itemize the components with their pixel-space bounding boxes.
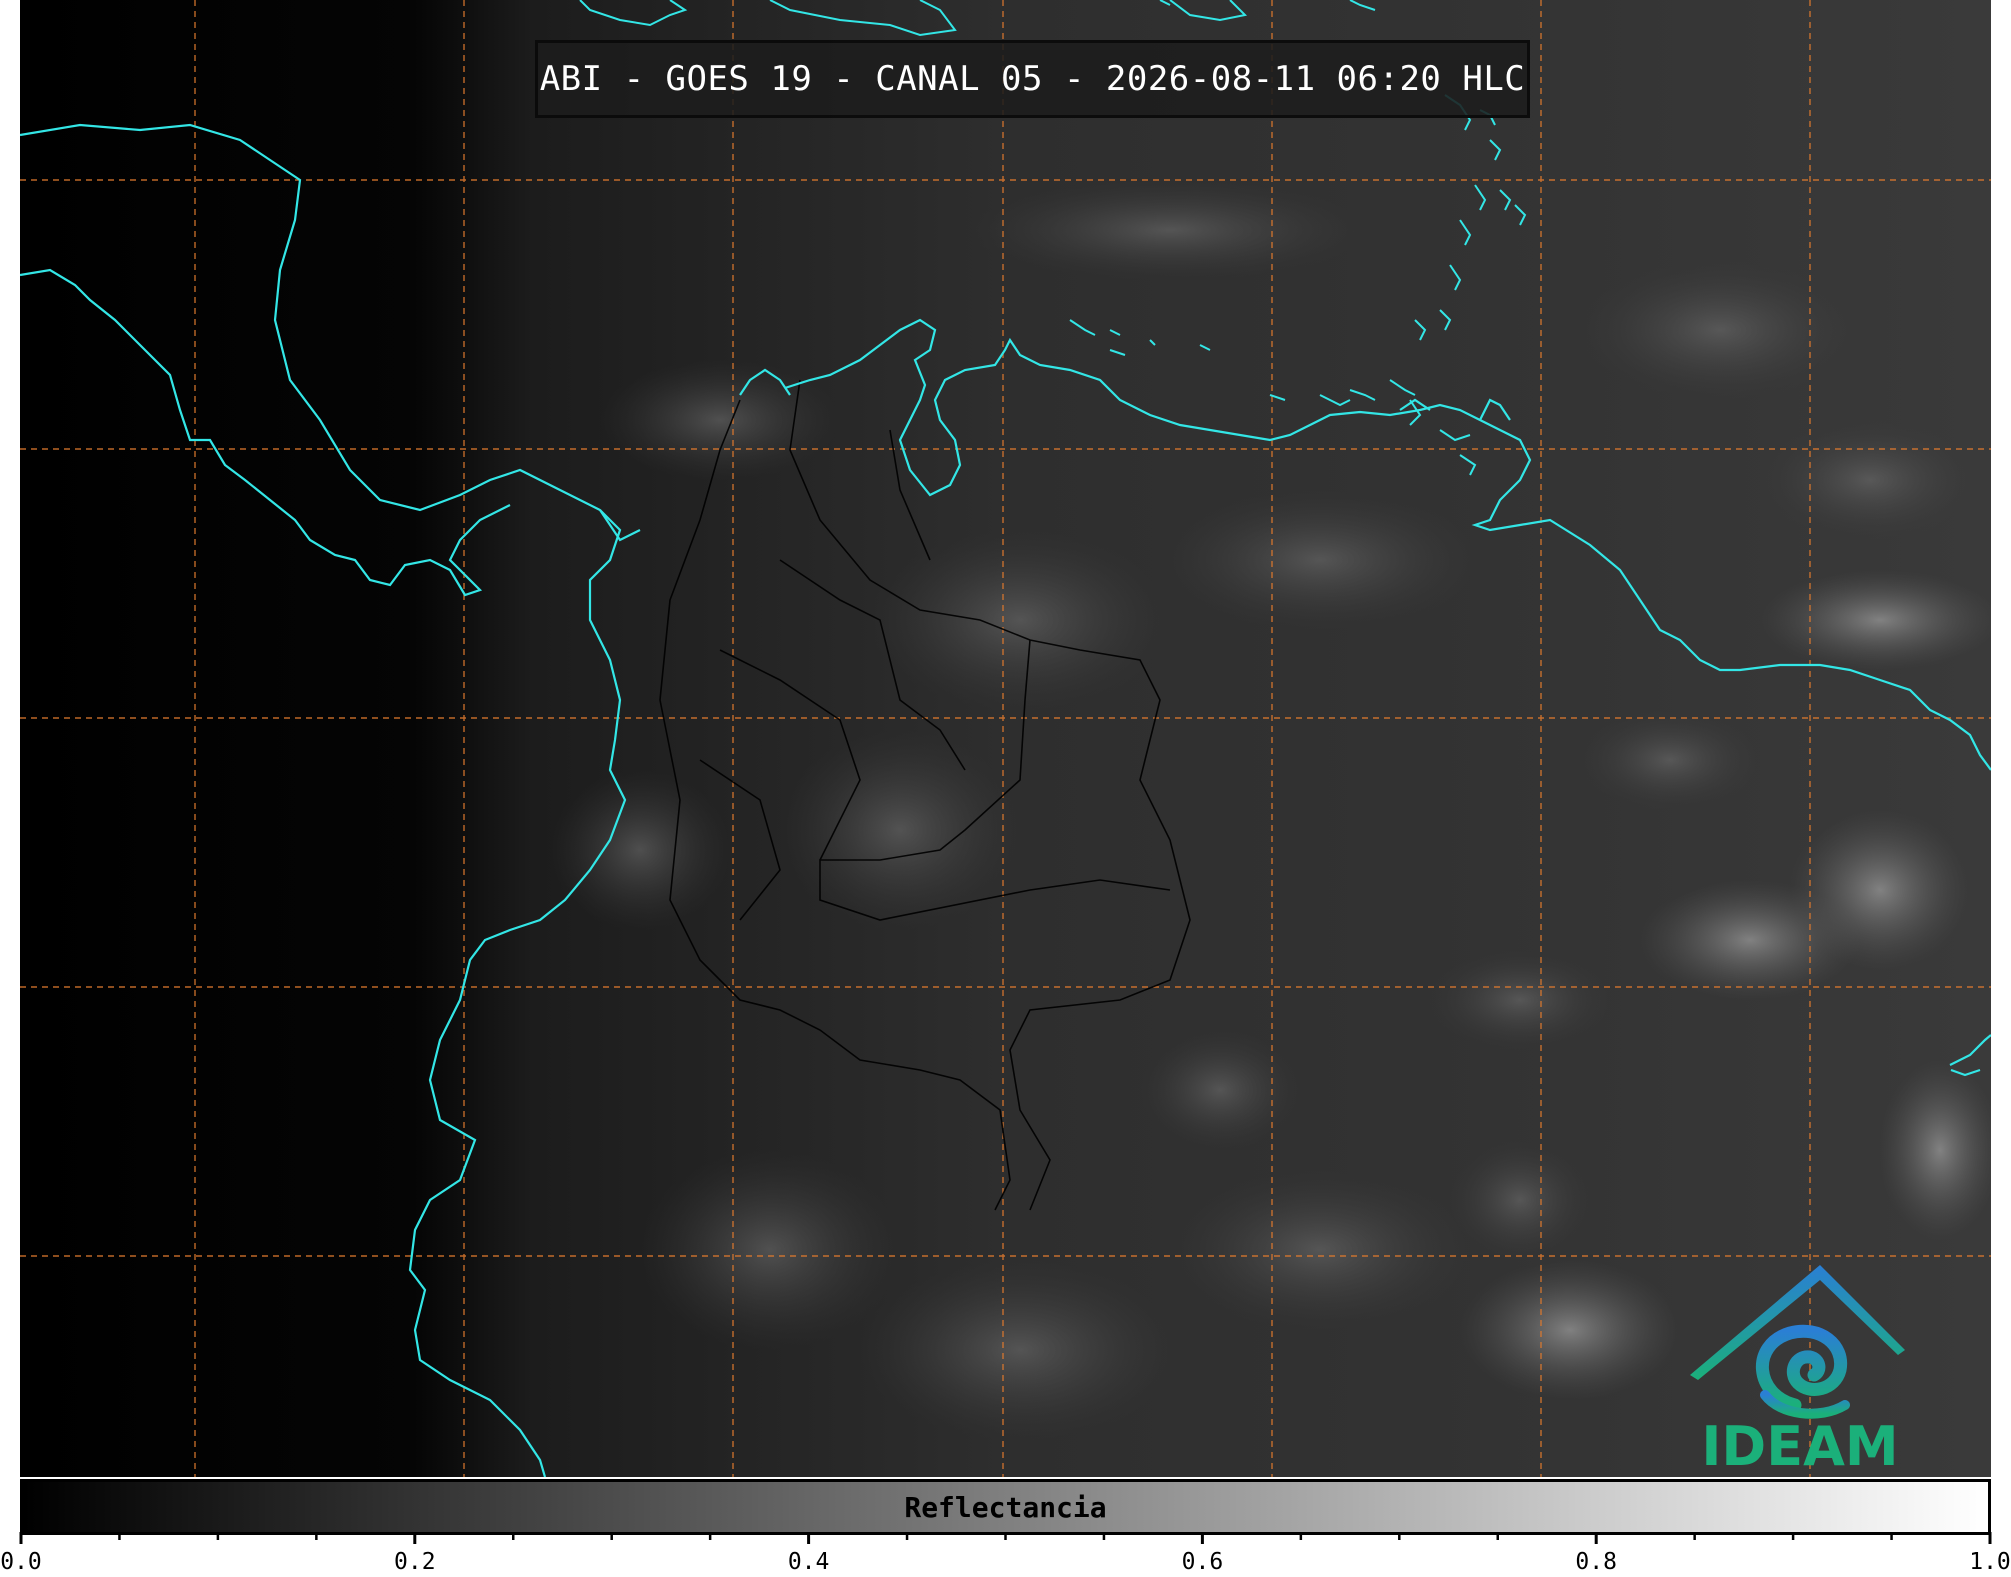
colorbar-tick-label: 0.2: [394, 1549, 436, 1575]
colorbar-tick-label: 0.0: [0, 1549, 42, 1575]
ideam-logo: IDEAM: [1670, 1255, 1930, 1477]
colorbar-tick-label: 0.6: [1182, 1549, 1224, 1575]
colorbar-tick-label: 0.4: [788, 1549, 830, 1575]
ideam-mountain-swirl-icon: [1690, 1265, 1905, 1419]
colorbar-tick-label: 0.8: [1575, 1549, 1617, 1575]
colorbar-label: Reflectancia: [904, 1490, 1107, 1524]
map-title: ABI - GOES 19 - CANAL 05 - 2026-08-11 06…: [539, 59, 1526, 99]
satellite-image-panel: ABI - GOES 19 - CANAL 05 - 2026-08-11 06…: [20, 0, 1991, 1477]
colorbar: Reflectancia: [20, 1479, 1991, 1535]
colorbar-tick-label: 1.0: [1969, 1549, 2011, 1575]
colorbar-axis: 0.0 0.2 0.4 0.6 0.8 1.0: [0, 1532, 2011, 1575]
ideam-logo-text: IDEAM: [1701, 1415, 1899, 1477]
title-banner: ABI - GOES 19 - CANAL 05 - 2026-08-11 06…: [535, 40, 1530, 118]
